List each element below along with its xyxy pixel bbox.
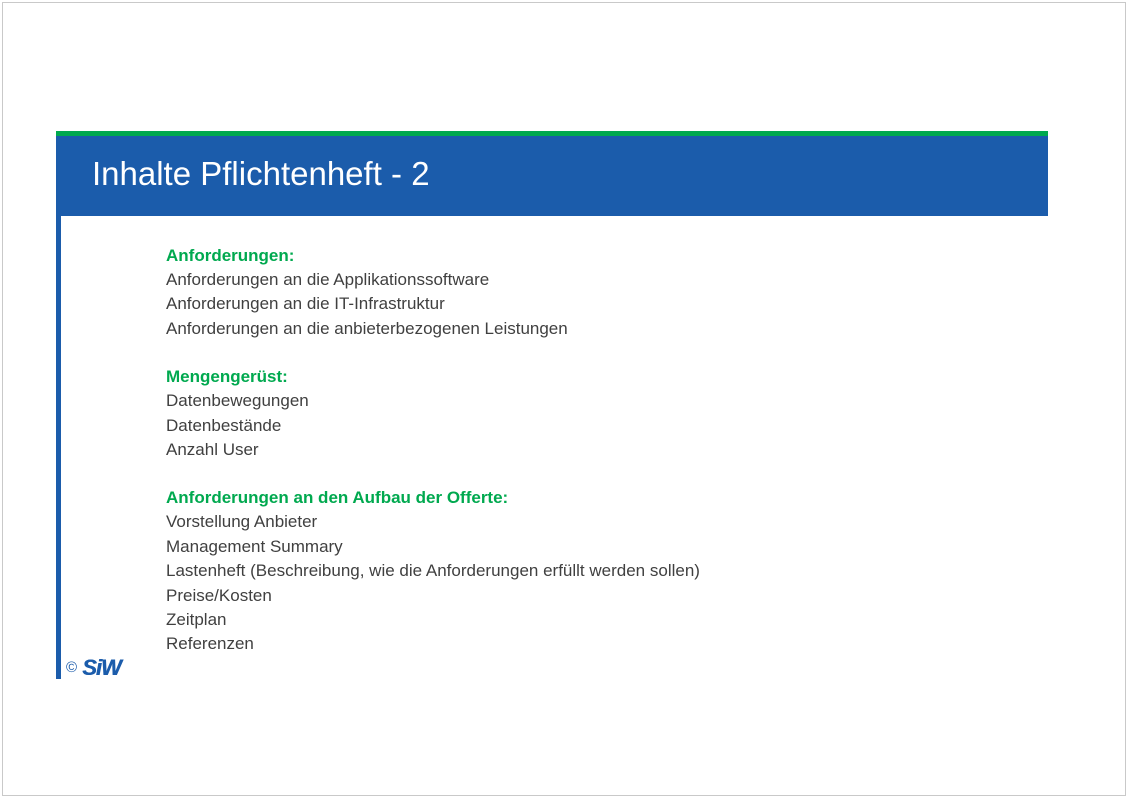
- list-item: Datenbestände: [166, 415, 282, 435]
- footer-logo: © SiW: [66, 655, 122, 680]
- section-anforderungen: Anforderungen: Anforderungen an die Appl…: [166, 244, 1026, 341]
- slide-title: Inhalte Pflichtenheft - 2: [92, 155, 430, 192]
- list-item: Preise/Kosten: [166, 585, 272, 605]
- slide-page: Inhalte Pflichtenheft - 2 Anforderungen:…: [2, 2, 1126, 796]
- list-item: Referenzen: [166, 634, 254, 654]
- list-item: Lastenheft (Beschreibung, wie die Anford…: [166, 561, 700, 581]
- list-item: Management Summary: [166, 536, 343, 556]
- list-item: Zeitplan: [166, 610, 227, 630]
- slide-content: Anforderungen: Anforderungen an die Appl…: [166, 244, 1026, 681]
- list-item: Anforderungen an die IT-Infrastruktur: [166, 294, 445, 314]
- copyright-symbol: ©: [66, 659, 78, 676]
- section-mengengeruest: Mengengerüst: Datenbewegungen Datenbestä…: [166, 365, 1026, 462]
- left-accent-bar: [56, 216, 61, 679]
- list-item: Anforderungen an die Applikationssoftwar…: [166, 270, 490, 289]
- list-item: Anzahl User: [166, 440, 259, 460]
- list-item: Datenbewegungen: [166, 391, 309, 411]
- section-heading: Anforderungen:: [166, 246, 295, 265]
- siw-logo: SiW: [82, 655, 122, 680]
- section-aufbau-offerte: Anforderungen an den Aufbau der Offerte:…: [166, 486, 1026, 656]
- section-heading: Anforderungen an den Aufbau der Offerte:: [166, 488, 509, 508]
- list-item: Anforderungen an die anbieterbezogenen L…: [166, 318, 568, 338]
- title-bar: Inhalte Pflichtenheft - 2: [56, 136, 1048, 216]
- list-item: Vorstellung Anbieter: [166, 512, 318, 532]
- section-heading: Mengengerüst:: [166, 367, 288, 387]
